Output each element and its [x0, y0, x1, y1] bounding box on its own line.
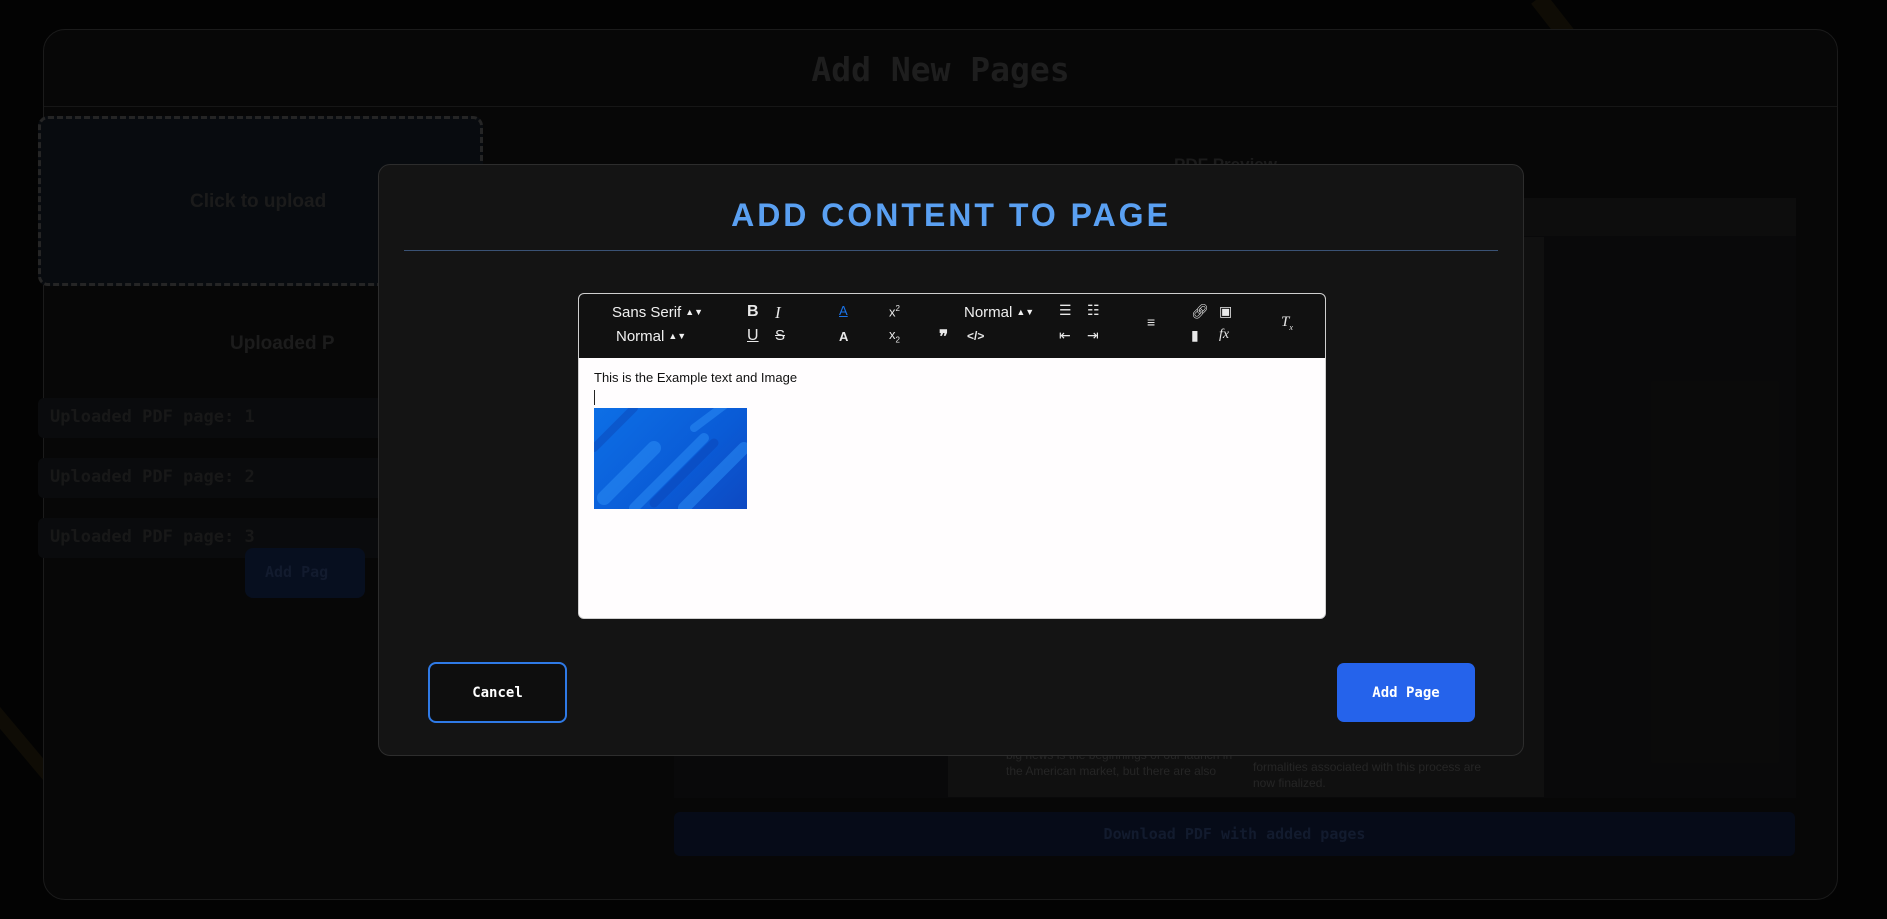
abstract-blue-image	[594, 408, 747, 509]
text-cursor	[594, 390, 595, 405]
subscript-icon[interactable]: x2	[889, 327, 900, 345]
font-size-select[interactable]: Normal ▲▼	[616, 328, 686, 345]
add-page-button[interactable]: Add Page	[1337, 663, 1475, 722]
rich-text-editor: Sans Serif ▲▼ Normal ▲▼ B I U S A A x2 x2 …	[578, 293, 1326, 619]
code-block-icon[interactable]: </>	[967, 329, 984, 343]
header-select[interactable]: Normal ▲▼	[964, 304, 1034, 321]
strikethrough-icon[interactable]: S	[775, 327, 785, 344]
add-content-modal: ADD CONTENT TO PAGE Sans Serif ▲▼ Normal ▲…	[378, 164, 1524, 756]
link-icon[interactable]: 🔗︎	[1191, 303, 1209, 320]
align-icon[interactable]: ≡	[1147, 314, 1155, 330]
cancel-button[interactable]: Cancel	[428, 662, 567, 723]
image-icon[interactable]: ▣	[1219, 303, 1232, 320]
editor-toolbar: Sans Serif ▲▼ Normal ▲▼ B I U S A A x2 x2 …	[579, 294, 1325, 358]
font-family-select-value: Sans Serif	[612, 304, 682, 321]
font-family-select[interactable]: Sans Serif ▲▼	[612, 304, 703, 321]
clear-formatting-icon[interactable]: Tx	[1281, 314, 1293, 332]
editor-content-area[interactable]: This is the Example text and Image	[579, 358, 1325, 618]
modal-divider	[404, 250, 1498, 251]
text-color-icon[interactable]: A	[839, 303, 848, 318]
editor-text-line: This is the Example text and Image	[594, 370, 798, 385]
modal-title: ADD CONTENT TO PAGE	[731, 197, 1171, 233]
bullet-list-icon[interactable]: ☷	[1087, 302, 1100, 319]
indent-icon[interactable]: ⇥	[1087, 327, 1099, 344]
video-icon[interactable]: ▮	[1191, 327, 1199, 344]
font-size-select-value: Normal	[616, 328, 665, 345]
bold-icon[interactable]: B	[747, 303, 759, 321]
superscript-icon[interactable]: x2	[889, 304, 900, 319]
header-select-value: Normal	[964, 304, 1013, 321]
background-color-icon[interactable]: A	[839, 329, 848, 344]
inserted-image[interactable]	[594, 408, 747, 509]
select-arrows-icon: ▲▼	[685, 307, 704, 317]
outdent-icon[interactable]: ⇤	[1059, 327, 1071, 344]
formula-icon[interactable]: fx	[1219, 327, 1229, 343]
blockquote-icon[interactable]: ❞	[939, 327, 948, 347]
ordered-list-icon[interactable]: ☰	[1059, 302, 1072, 319]
underline-icon[interactable]: U	[747, 327, 759, 345]
select-arrows-icon: ▲▼	[668, 331, 687, 341]
select-arrows-icon: ▲▼	[1016, 307, 1035, 317]
italic-icon[interactable]: I	[775, 303, 781, 323]
